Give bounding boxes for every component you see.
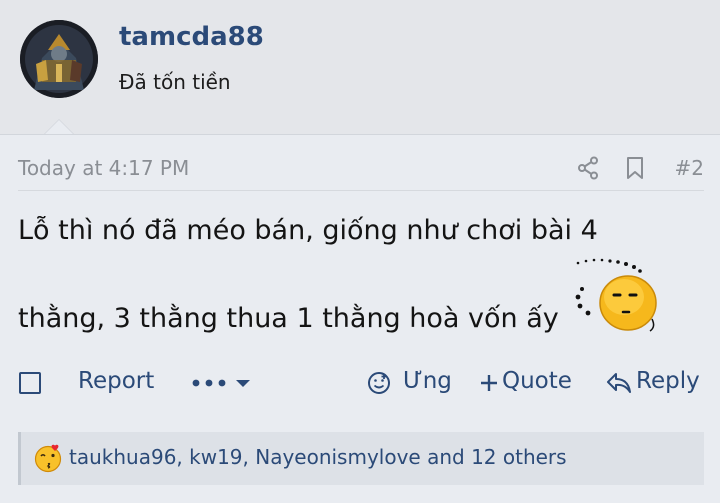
message-line: thằng, 3 thằng thua 1 thằng hoà vốn ấy [18,303,559,334]
quote-label: Quote [502,368,572,394]
reply-arrow-icon [607,373,631,393]
bookmark-icon[interactable] [625,156,645,180]
reply-label: Reply [636,368,700,394]
reactions-bar[interactable]: taukhua96, kw19, Nayeonismylove and 12 o… [18,432,704,485]
header-caret [44,119,74,134]
more-dots-icon[interactable] [190,373,256,393]
message-line: Lỗ thì nó đã méo bán, giống như chơi bài… [18,215,598,246]
report-button[interactable]: Report [78,368,154,394]
post-meta: Today at 4:17 PM #2 [18,156,704,191]
post-actions: Report Ưng Quote Reply [18,366,708,402]
reactions-summary[interactable]: taukhua96, kw19, Nayeonismylove and 12 o… [69,445,567,469]
avatar[interactable] [20,20,98,98]
user-title: Đã tốn tiền [119,70,231,94]
post-timestamp[interactable]: Today at 4:17 PM [18,156,189,180]
user-header: tamcda88 Đã tốn tiền [0,0,720,135]
post-number-link[interactable]: #2 [675,156,704,180]
select-post-checkbox[interactable] [19,372,41,394]
react-label: Ưng [403,368,452,394]
kiss-emoji-icon [34,444,62,473]
plus-icon [481,375,497,391]
smiley-react-icon [368,372,390,394]
sleepy-smiley-icon [575,258,657,332]
username-link[interactable]: tamcda88 [119,22,264,52]
share-icon[interactable] [577,156,599,180]
